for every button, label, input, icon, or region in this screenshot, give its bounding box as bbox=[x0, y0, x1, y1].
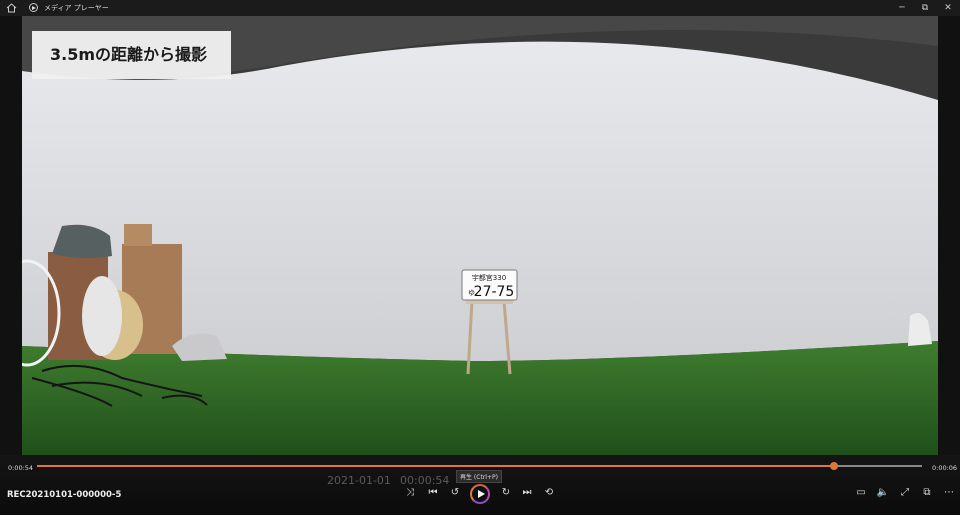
media-player-icon bbox=[29, 3, 38, 12]
rewind-icon[interactable]: ↺ bbox=[447, 485, 463, 501]
overlay-date: 2021-01-01 bbox=[327, 474, 391, 487]
play-icon[interactable] bbox=[470, 484, 490, 504]
seek-fill bbox=[37, 465, 834, 467]
seek-thumb[interactable] bbox=[829, 462, 838, 470]
play-tooltip: 再生 (Ctrl+P) bbox=[456, 470, 502, 483]
cast-icon[interactable]: ⧉ bbox=[919, 485, 935, 501]
file-name: REC20210101-000000-5 bbox=[7, 490, 122, 500]
caption-box: 3.5mの距離から撮影 bbox=[32, 31, 231, 79]
plate-number-text: 27-75 bbox=[474, 284, 515, 300]
home-icon[interactable] bbox=[6, 3, 17, 13]
close-icon[interactable]: ✕ bbox=[941, 1, 955, 15]
more-icon[interactable]: ⋯ bbox=[941, 485, 957, 501]
fullscreen-icon[interactable]: ⤢ bbox=[897, 485, 913, 501]
window-title: メディア プレーヤー bbox=[44, 4, 109, 12]
minimize-icon[interactable]: ─ bbox=[895, 1, 909, 15]
shuffle-icon[interactable]: ⤨ bbox=[402, 485, 418, 501]
elapsed-time: 0:00:54 bbox=[8, 464, 34, 472]
remaining-time: 0:00:06 bbox=[932, 464, 958, 472]
title-bar: メディア プレーヤー ─ ⧉ ✕ bbox=[0, 0, 960, 16]
video-frame[interactable]: 宇都宮330 ゆ 27-75 bbox=[22, 16, 938, 461]
miniplayer-icon[interactable]: ▭ bbox=[853, 485, 869, 501]
previous-icon[interactable]: ⏮ bbox=[425, 485, 441, 501]
plate-top-text: 宇都宮330 bbox=[472, 273, 506, 282]
video-scene: 宇都宮330 ゆ 27-75 bbox=[22, 16, 938, 461]
seek-bar[interactable] bbox=[37, 462, 922, 470]
next-icon[interactable]: ⏭ bbox=[519, 485, 535, 501]
restore-icon[interactable]: ⧉ bbox=[918, 1, 932, 15]
fast-forward-icon[interactable]: ↻ bbox=[498, 485, 514, 501]
volume-icon[interactable]: 🔈 bbox=[875, 485, 891, 501]
repeat-off-icon[interactable]: ⟲ bbox=[541, 485, 557, 501]
playback-controls: 0:00:54 0:00:06 2021-01-01 00:00:54 再生 (… bbox=[0, 455, 960, 515]
